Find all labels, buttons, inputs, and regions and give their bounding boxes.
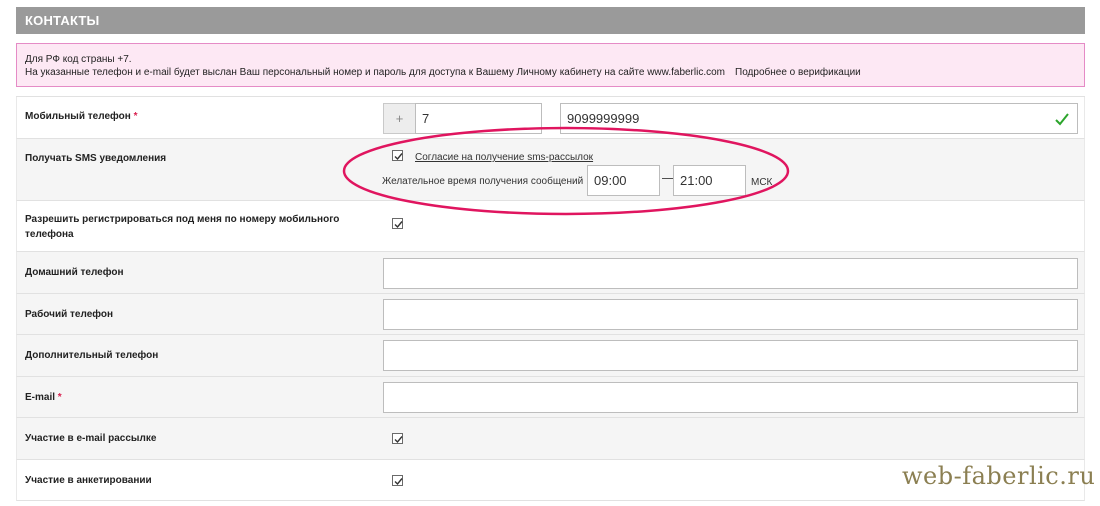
home-phone-label: Домашний телефон xyxy=(25,267,124,278)
email-row: E-mail * xyxy=(16,377,1085,418)
work-phone-row: Рабочий телефон xyxy=(16,294,1085,335)
extra-phone-label: Дополнительный телефон xyxy=(25,350,159,361)
notice-text: На указанные телефон и e-mail будет высл… xyxy=(25,67,726,78)
checkmark-icon xyxy=(394,221,403,229)
info-notice: Для РФ код страны +7. На указанные телеф… xyxy=(16,43,1085,87)
required-mark: * xyxy=(57,392,62,403)
sms-label: Получать SMS уведомления xyxy=(25,153,167,164)
watermark: web-faberlic.ru xyxy=(902,462,1096,490)
work-phone-input[interactable] xyxy=(383,299,1078,330)
surveys-label: Участие в анкетировании xyxy=(25,475,152,486)
notice-line-1: Для РФ код страны +7. xyxy=(25,54,132,65)
highlight-ellipse xyxy=(342,126,790,216)
verification-link[interactable]: Подробнее о верификации xyxy=(735,67,861,78)
required-mark: * xyxy=(133,111,138,122)
work-phone-label: Рабочий телефон xyxy=(25,309,114,320)
email-newsletter-row: Участие в e-mail рассылке xyxy=(16,418,1085,460)
section-header: КОНТАКТЫ xyxy=(16,7,1085,34)
checkmark-icon xyxy=(394,436,403,444)
allow-register-label: Разрешить регистрироваться под меня по н… xyxy=(25,214,340,240)
email-newsletter-label: Участие в e-mail рассылке xyxy=(25,433,157,444)
email-label: E-mail * xyxy=(25,392,62,403)
home-phone-input[interactable] xyxy=(383,258,1078,289)
extra-phone-row: Дополнительный телефон xyxy=(16,335,1085,377)
notice-line-2: На указанные телефон и e-mail будет высл… xyxy=(25,66,1084,79)
email-newsletter-checkbox[interactable] xyxy=(392,433,403,444)
email-input[interactable] xyxy=(383,382,1078,413)
mobile-phone-label: Мобильный телефон * xyxy=(25,111,138,122)
valid-check-icon xyxy=(1055,113,1069,126)
checkmark-icon xyxy=(394,478,403,486)
extra-phone-input[interactable] xyxy=(383,340,1078,371)
surveys-checkbox[interactable] xyxy=(392,475,403,486)
section-title: КОНТАКТЫ xyxy=(25,13,100,28)
home-phone-row: Домашний телефон xyxy=(16,252,1085,294)
